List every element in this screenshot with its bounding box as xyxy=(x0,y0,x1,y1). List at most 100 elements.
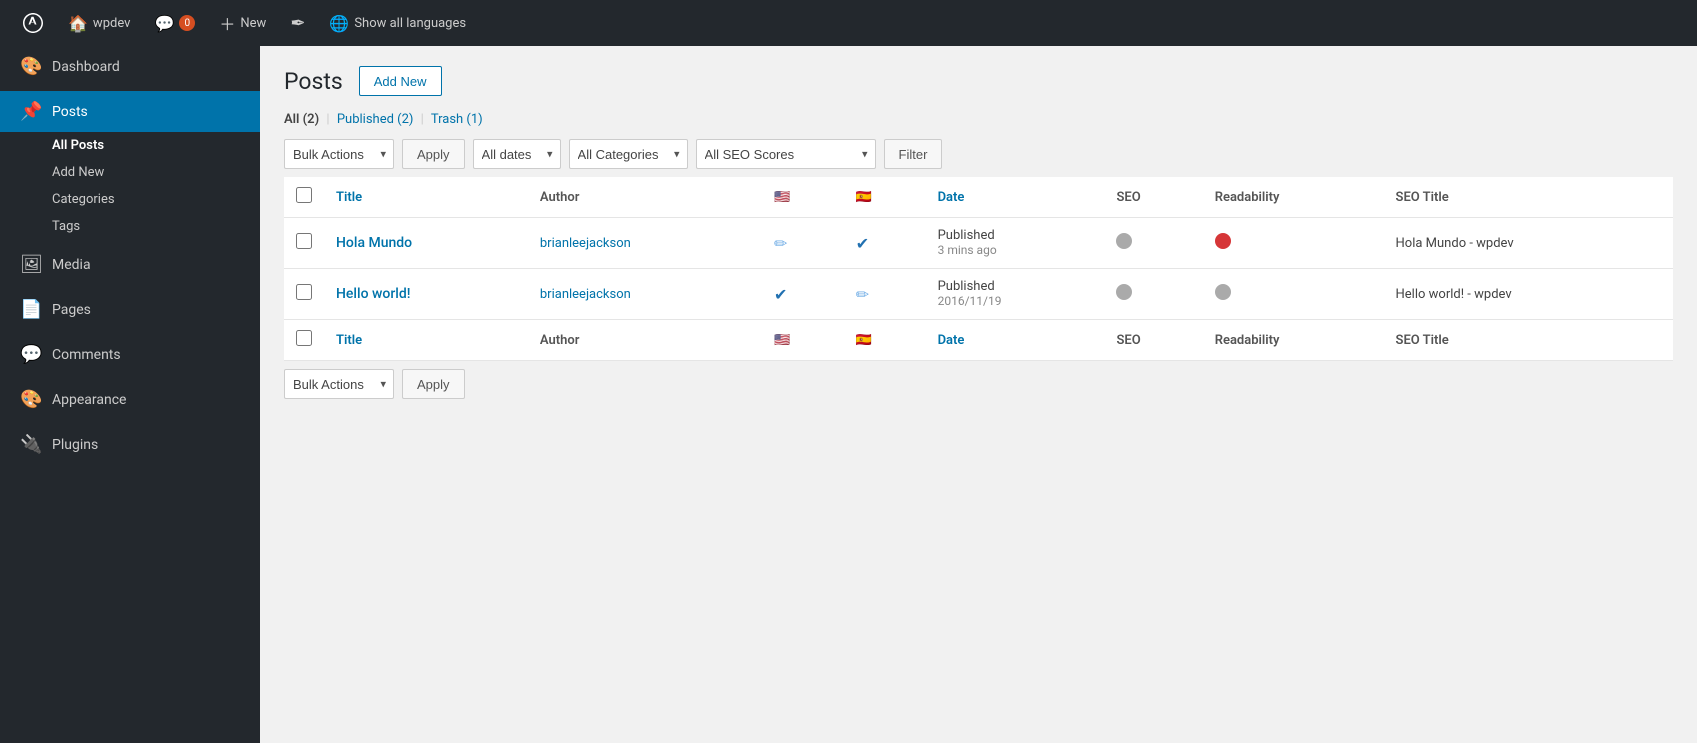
adminbar-polylang[interactable]: ✒ xyxy=(278,0,317,46)
footer-select-all-checkbox[interactable] xyxy=(296,330,312,346)
title-sort-link[interactable]: Title xyxy=(336,190,362,205)
footer-title-sort-link[interactable]: Title xyxy=(336,333,362,348)
row1-es-lang-check-icon[interactable]: ✔ xyxy=(856,234,869,253)
tab-published[interactable]: Published (2) xyxy=(337,112,414,127)
page-header: Posts Add New xyxy=(284,66,1673,96)
bottom-bulk-actions-select[interactable]: Bulk Actions xyxy=(284,369,394,399)
sidebar-item-comments[interactable]: 💬 Comments xyxy=(0,334,260,375)
page-title: Posts xyxy=(284,68,343,95)
apply-button-top[interactable]: Apply xyxy=(402,139,465,169)
row1-status: Published xyxy=(938,228,995,243)
dashboard-icon: 🎨 xyxy=(20,56,42,77)
header-title[interactable]: Title xyxy=(324,177,528,218)
main-layout: 🎨 Dashboard 📌 Posts All Posts Add New Ca… xyxy=(0,46,1697,743)
table-header-row: Title Author 🇺🇸 🇪🇸 Date SEO Readability … xyxy=(284,177,1673,218)
row1-lang-us-cell: ✏ xyxy=(762,218,844,269)
adminbar-new[interactable]: ＋ New xyxy=(207,0,278,46)
row2-es-lang-pencil-icon[interactable]: ✏ xyxy=(856,285,869,304)
row2-seo-dot xyxy=(1116,284,1132,300)
footer-date[interactable]: Date xyxy=(926,320,1105,361)
sidebar-section-plugins: 🔌 Plugins xyxy=(0,424,260,465)
row2-date-cell: Published 2016/11/19 xyxy=(926,269,1105,320)
adminbar-comments[interactable]: 💬 0 xyxy=(142,0,207,46)
footer-title[interactable]: Title xyxy=(324,320,528,361)
select-all-checkbox[interactable] xyxy=(296,187,312,203)
row1-checkbox-cell xyxy=(284,218,324,269)
es-flag-icon: 🇪🇸 xyxy=(856,190,872,205)
sidebar-item-dashboard[interactable]: 🎨 Dashboard xyxy=(0,46,260,87)
sidebar-item-pages[interactable]: 📄 Pages xyxy=(0,289,260,330)
footer-checkbox-cell xyxy=(284,320,324,361)
filter-button[interactable]: Filter xyxy=(884,139,943,169)
header-seo-title: SEO Title xyxy=(1384,177,1673,218)
adminbar-language[interactable]: 🌐 Show all languages xyxy=(317,0,478,46)
tab-trash[interactable]: Trash (1) xyxy=(431,112,483,127)
sidebar-section-pages: 📄 Pages xyxy=(0,289,260,330)
pages-icon: 📄 xyxy=(20,299,42,320)
row2-checkbox[interactable] xyxy=(296,284,312,300)
wp-logo[interactable] xyxy=(10,0,56,46)
all-dates-select[interactable]: All dates xyxy=(473,139,561,169)
sidebar-sub-tags[interactable]: Tags xyxy=(52,213,260,240)
row2-checkbox-cell xyxy=(284,269,324,320)
apply-button-bottom[interactable]: Apply xyxy=(402,369,465,399)
row2-author-link[interactable]: brianleejackson xyxy=(540,287,631,302)
table-row: Hello world! brianleejackson ✔ ✏ Publish… xyxy=(284,269,1673,320)
footer-readability: Readability xyxy=(1203,320,1384,361)
row2-status: Published xyxy=(938,279,995,294)
header-author: Author xyxy=(528,177,762,218)
row1-author-link[interactable]: brianleejackson xyxy=(540,236,631,251)
adminbar-site[interactable]: 🏠 wpdev xyxy=(56,0,142,46)
row1-lang-es-cell: ✔ xyxy=(844,218,926,269)
sidebar-sub-categories[interactable]: Categories xyxy=(52,186,260,213)
sidebar-sub-add-new[interactable]: Add New xyxy=(52,159,260,186)
comments-icon: 💬 xyxy=(20,344,42,365)
all-dates-wrapper: All dates xyxy=(473,139,561,169)
date-sort-link[interactable]: Date xyxy=(938,190,965,205)
header-date[interactable]: Date xyxy=(926,177,1105,218)
sidebar-sub-all-posts[interactable]: All Posts xyxy=(52,132,260,159)
table-row: Hola Mundo brianleejackson ✏ ✔ Published… xyxy=(284,218,1673,269)
sidebar-section-posts: 📌 Posts All Posts Add New Categories Tag… xyxy=(0,91,260,240)
bulk-actions-select[interactable]: Bulk Actions xyxy=(284,139,394,169)
media-icon: 🖼 xyxy=(20,254,42,275)
header-flag-us: 🇺🇸 xyxy=(762,177,844,218)
row1-author-cell: brianleejackson xyxy=(528,218,762,269)
comment-icon: 💬 xyxy=(154,14,174,33)
row1-us-lang-pencil-icon[interactable]: ✏ xyxy=(774,234,787,253)
all-categories-select[interactable]: All Categories xyxy=(569,139,688,169)
row2-seo-title-cell: Hello world! - wpdev xyxy=(1384,269,1673,320)
footer-flag-es: 🇪🇸 xyxy=(844,320,926,361)
sidebar: 🎨 Dashboard 📌 Posts All Posts Add New Ca… xyxy=(0,46,260,743)
sidebar-item-plugins[interactable]: 🔌 Plugins xyxy=(0,424,260,465)
home-icon: 🏠 xyxy=(68,14,88,33)
row2-title-link[interactable]: Hello world! xyxy=(336,286,410,302)
sidebar-item-media[interactable]: 🖼 Media xyxy=(0,244,260,285)
bulk-actions-wrapper: Bulk Actions xyxy=(284,139,394,169)
posts-table: Title Author 🇺🇸 🇪🇸 Date SEO Readability … xyxy=(284,177,1673,361)
bottom-bulk-actions-wrapper: Bulk Actions xyxy=(284,369,394,399)
row2-us-lang-check-icon[interactable]: ✔ xyxy=(774,285,787,304)
row2-date-detail: 2016/11/19 xyxy=(938,294,1002,308)
footer-date-sort-link[interactable]: Date xyxy=(938,333,965,348)
row2-readability-dot xyxy=(1215,284,1231,300)
row1-seo-dot xyxy=(1116,233,1132,249)
all-seo-scores-wrapper: All SEO Scores xyxy=(696,139,876,169)
row1-seo-cell xyxy=(1104,218,1202,269)
all-seo-scores-select[interactable]: All SEO Scores xyxy=(696,139,876,169)
tab-all[interactable]: All (2) xyxy=(284,112,319,127)
header-readability: Readability xyxy=(1203,177,1384,218)
top-toolbar: Bulk Actions Apply All dates All Categor… xyxy=(284,139,1673,169)
filter-tabs: All (2) | Published (2) | Trash (1) xyxy=(284,112,1673,127)
sidebar-item-posts[interactable]: 📌 Posts xyxy=(0,91,260,132)
row1-checkbox[interactable] xyxy=(296,233,312,249)
sidebar-section-appearance: 🎨 Appearance xyxy=(0,379,260,420)
row2-lang-es-cell: ✏ xyxy=(844,269,926,320)
header-flag-es: 🇪🇸 xyxy=(844,177,926,218)
row1-title-cell: Hola Mundo xyxy=(324,218,528,269)
sidebar-item-appearance[interactable]: 🎨 Appearance xyxy=(0,379,260,420)
footer-es-flag-icon: 🇪🇸 xyxy=(856,333,872,348)
add-new-button[interactable]: Add New xyxy=(359,66,442,96)
footer-flag-us: 🇺🇸 xyxy=(762,320,844,361)
row1-title-link[interactable]: Hola Mundo xyxy=(336,235,412,251)
